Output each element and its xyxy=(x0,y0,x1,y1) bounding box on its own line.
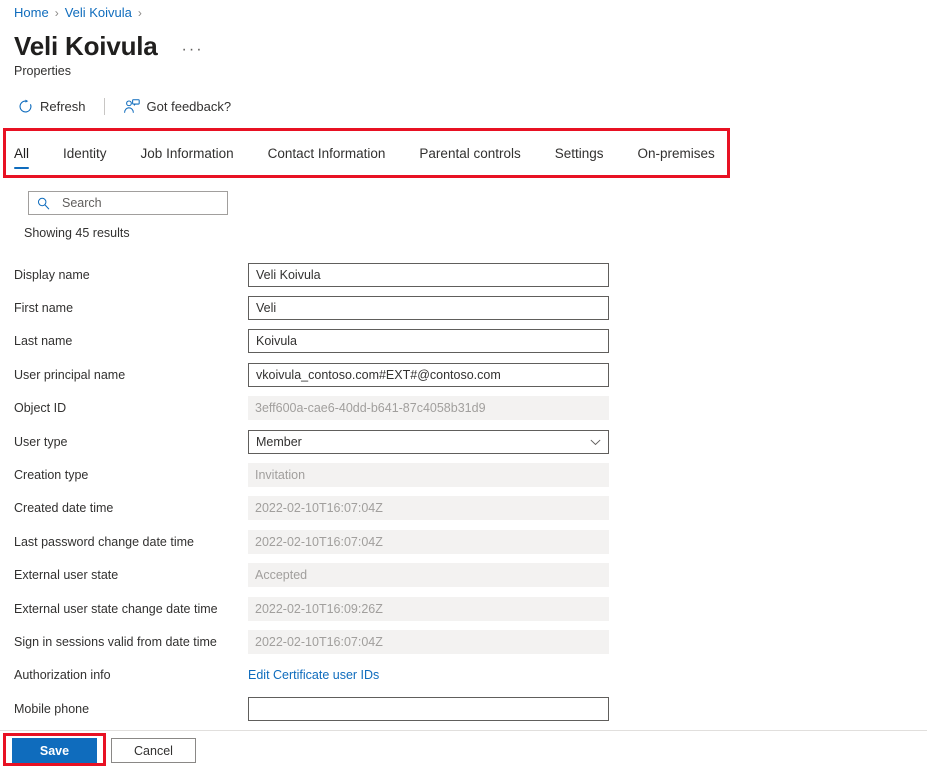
control-wrap-mobile-phone xyxy=(248,696,609,721)
got-feedback-button[interactable]: Got feedback? xyxy=(119,97,236,116)
label-user-type: User type xyxy=(14,434,68,449)
select-user-type[interactable]: Member xyxy=(248,429,609,454)
label-object-id: Object ID xyxy=(14,401,67,416)
results-count-label: Showing 45 results xyxy=(24,226,130,240)
search-input[interactable] xyxy=(60,195,219,211)
form-row-display-name: Display name xyxy=(0,258,927,291)
readonly-creation-type: Invitation xyxy=(248,463,609,488)
breadcrumb-separator-icon: › xyxy=(54,6,59,20)
search-box[interactable] xyxy=(28,191,228,215)
control-wrap-external-user-state: Accepted xyxy=(248,563,609,588)
label-created-date-time: Created date time xyxy=(14,501,114,516)
label-first-name: First name xyxy=(14,301,74,316)
footer-divider xyxy=(0,730,927,731)
input-mobile-phone[interactable] xyxy=(248,696,609,721)
control-wrap-user-principal-name xyxy=(248,362,609,387)
user-properties-page: Home › Veli Koivula › Veli Koivula ··· P… xyxy=(0,0,927,768)
page-subtitle: Properties xyxy=(14,64,71,78)
save-button[interactable]: Save xyxy=(12,738,97,763)
link-authorization-info[interactable]: Edit Certificate user IDs xyxy=(248,668,379,682)
form-row-object-id: Object ID 3eff600a-cae6-40dd-b641-87c4058… xyxy=(0,392,927,425)
label-last-password-change-date-time: Last password change date time xyxy=(14,534,194,549)
tab-list: All Identity Job Information Contact Inf… xyxy=(14,137,749,169)
form-row-creation-type: Creation type Invitation xyxy=(0,458,927,491)
page-title: Veli Koivula xyxy=(14,31,158,61)
refresh-icon xyxy=(18,99,33,114)
command-bar-divider xyxy=(103,97,105,115)
form-row-user-principal-name: User principal name xyxy=(0,358,927,391)
label-external-user-state: External user state xyxy=(14,568,119,583)
readonly-created-date-time: 2022-02-10T16:07:04Z xyxy=(248,496,609,521)
refresh-button[interactable]: Refresh xyxy=(14,97,90,116)
readonly-object-id: 3eff600a-cae6-40dd-b641-87c4058b31d9 xyxy=(248,396,609,421)
form-row-sign-in-sessions-valid-from-date-time: Sign in sessions valid from date time 202… xyxy=(0,625,927,658)
control-wrap-external-user-state-change-date-time: 2022-02-10T16:09:26Z xyxy=(248,596,609,621)
readonly-external-user-state: Accepted xyxy=(248,563,609,588)
input-user-principal-name[interactable] xyxy=(248,362,609,387)
breadcrumb: Home › Veli Koivula › xyxy=(14,4,142,22)
form-row-first-name: First name xyxy=(0,291,927,324)
label-display-name: Display name xyxy=(14,267,90,282)
label-external-user-state-change-date-time: External user state change date time xyxy=(14,601,218,616)
control-wrap-object-id: 3eff600a-cae6-40dd-b641-87c4058b31d9 xyxy=(248,396,609,421)
select-wrap-user-type: Member xyxy=(248,429,609,454)
control-wrap-last-password-change-date-time: 2022-02-10T16:07:04Z xyxy=(248,529,609,554)
control-wrap-display-name xyxy=(248,262,609,287)
cancel-button[interactable]: Cancel xyxy=(111,738,196,763)
breadcrumb-item-home[interactable]: Home xyxy=(14,4,49,22)
refresh-label: Refresh xyxy=(40,98,86,114)
tab-parental-controls[interactable]: Parental controls xyxy=(419,146,520,169)
tab-job-information[interactable]: Job Information xyxy=(141,146,234,169)
more-options-icon[interactable]: ··· xyxy=(178,42,208,58)
control-wrap-first-name xyxy=(248,296,609,321)
form-row-created-date-time: Created date time 2022-02-10T16:07:04Z xyxy=(0,492,927,525)
tab-on-premises[interactable]: On-premises xyxy=(638,146,715,169)
command-bar: Refresh Got feedback? xyxy=(14,93,235,119)
form-row-authorization-info: Authorization info Edit Certificate user … xyxy=(0,659,927,692)
input-last-name[interactable] xyxy=(248,329,609,354)
form-row-external-user-state: External user state Accepted xyxy=(0,559,927,592)
label-sign-in-sessions-valid-from-date-time: Sign in sessions valid from date time xyxy=(14,634,217,649)
got-feedback-label: Got feedback? xyxy=(146,98,232,114)
input-display-name[interactable] xyxy=(248,262,609,287)
label-authorization-info: Authorization info xyxy=(14,668,111,683)
label-last-name: Last name xyxy=(14,334,73,349)
readonly-last-password-change-date-time: 2022-02-10T16:07:04Z xyxy=(248,529,609,554)
label-mobile-phone: Mobile phone xyxy=(14,701,90,716)
label-user-principal-name: User principal name xyxy=(14,367,126,382)
properties-form: Display name First name Last name User prin… xyxy=(0,258,927,725)
tab-settings[interactable]: Settings xyxy=(555,146,604,169)
breadcrumb-item-user[interactable]: Veli Koivula xyxy=(65,4,132,22)
form-row-last-password-change-date-time: Last password change date time 2022-02-10… xyxy=(0,525,927,558)
tab-all[interactable]: All xyxy=(14,146,30,169)
feedback-person-icon xyxy=(123,98,140,114)
form-row-last-name: Last name xyxy=(0,325,927,358)
control-wrap-authorization-info: Edit Certificate user IDs xyxy=(248,663,609,687)
label-creation-type: Creation type xyxy=(14,468,89,483)
control-wrap-creation-type: Invitation xyxy=(248,463,609,488)
form-row-mobile-phone: Mobile phone xyxy=(0,692,927,725)
readonly-sign-in-sessions-valid-from-date-time: 2022-02-10T16:07:04Z xyxy=(248,629,609,654)
search-icon xyxy=(37,197,50,210)
form-row-external-user-state-change-date-time: External user state change date time 2022… xyxy=(0,592,927,625)
readonly-external-user-state-change-date-time: 2022-02-10T16:09:26Z xyxy=(248,596,609,621)
page-title-row: Veli Koivula ··· xyxy=(14,29,208,63)
tab-identity[interactable]: Identity xyxy=(63,146,107,169)
tab-contact-information[interactable]: Contact Information xyxy=(268,146,386,169)
control-wrap-created-date-time: 2022-02-10T16:07:04Z xyxy=(248,496,609,521)
input-first-name[interactable] xyxy=(248,296,609,321)
control-wrap-user-type: Member xyxy=(248,429,609,454)
footer-actions: Save Cancel xyxy=(12,738,196,763)
control-wrap-last-name xyxy=(248,329,609,354)
form-row-user-type: User type Member xyxy=(0,425,927,458)
control-wrap-sign-in-sessions-valid-from-date-time: 2022-02-10T16:07:04Z xyxy=(248,629,609,654)
breadcrumb-separator-icon: › xyxy=(137,6,142,20)
